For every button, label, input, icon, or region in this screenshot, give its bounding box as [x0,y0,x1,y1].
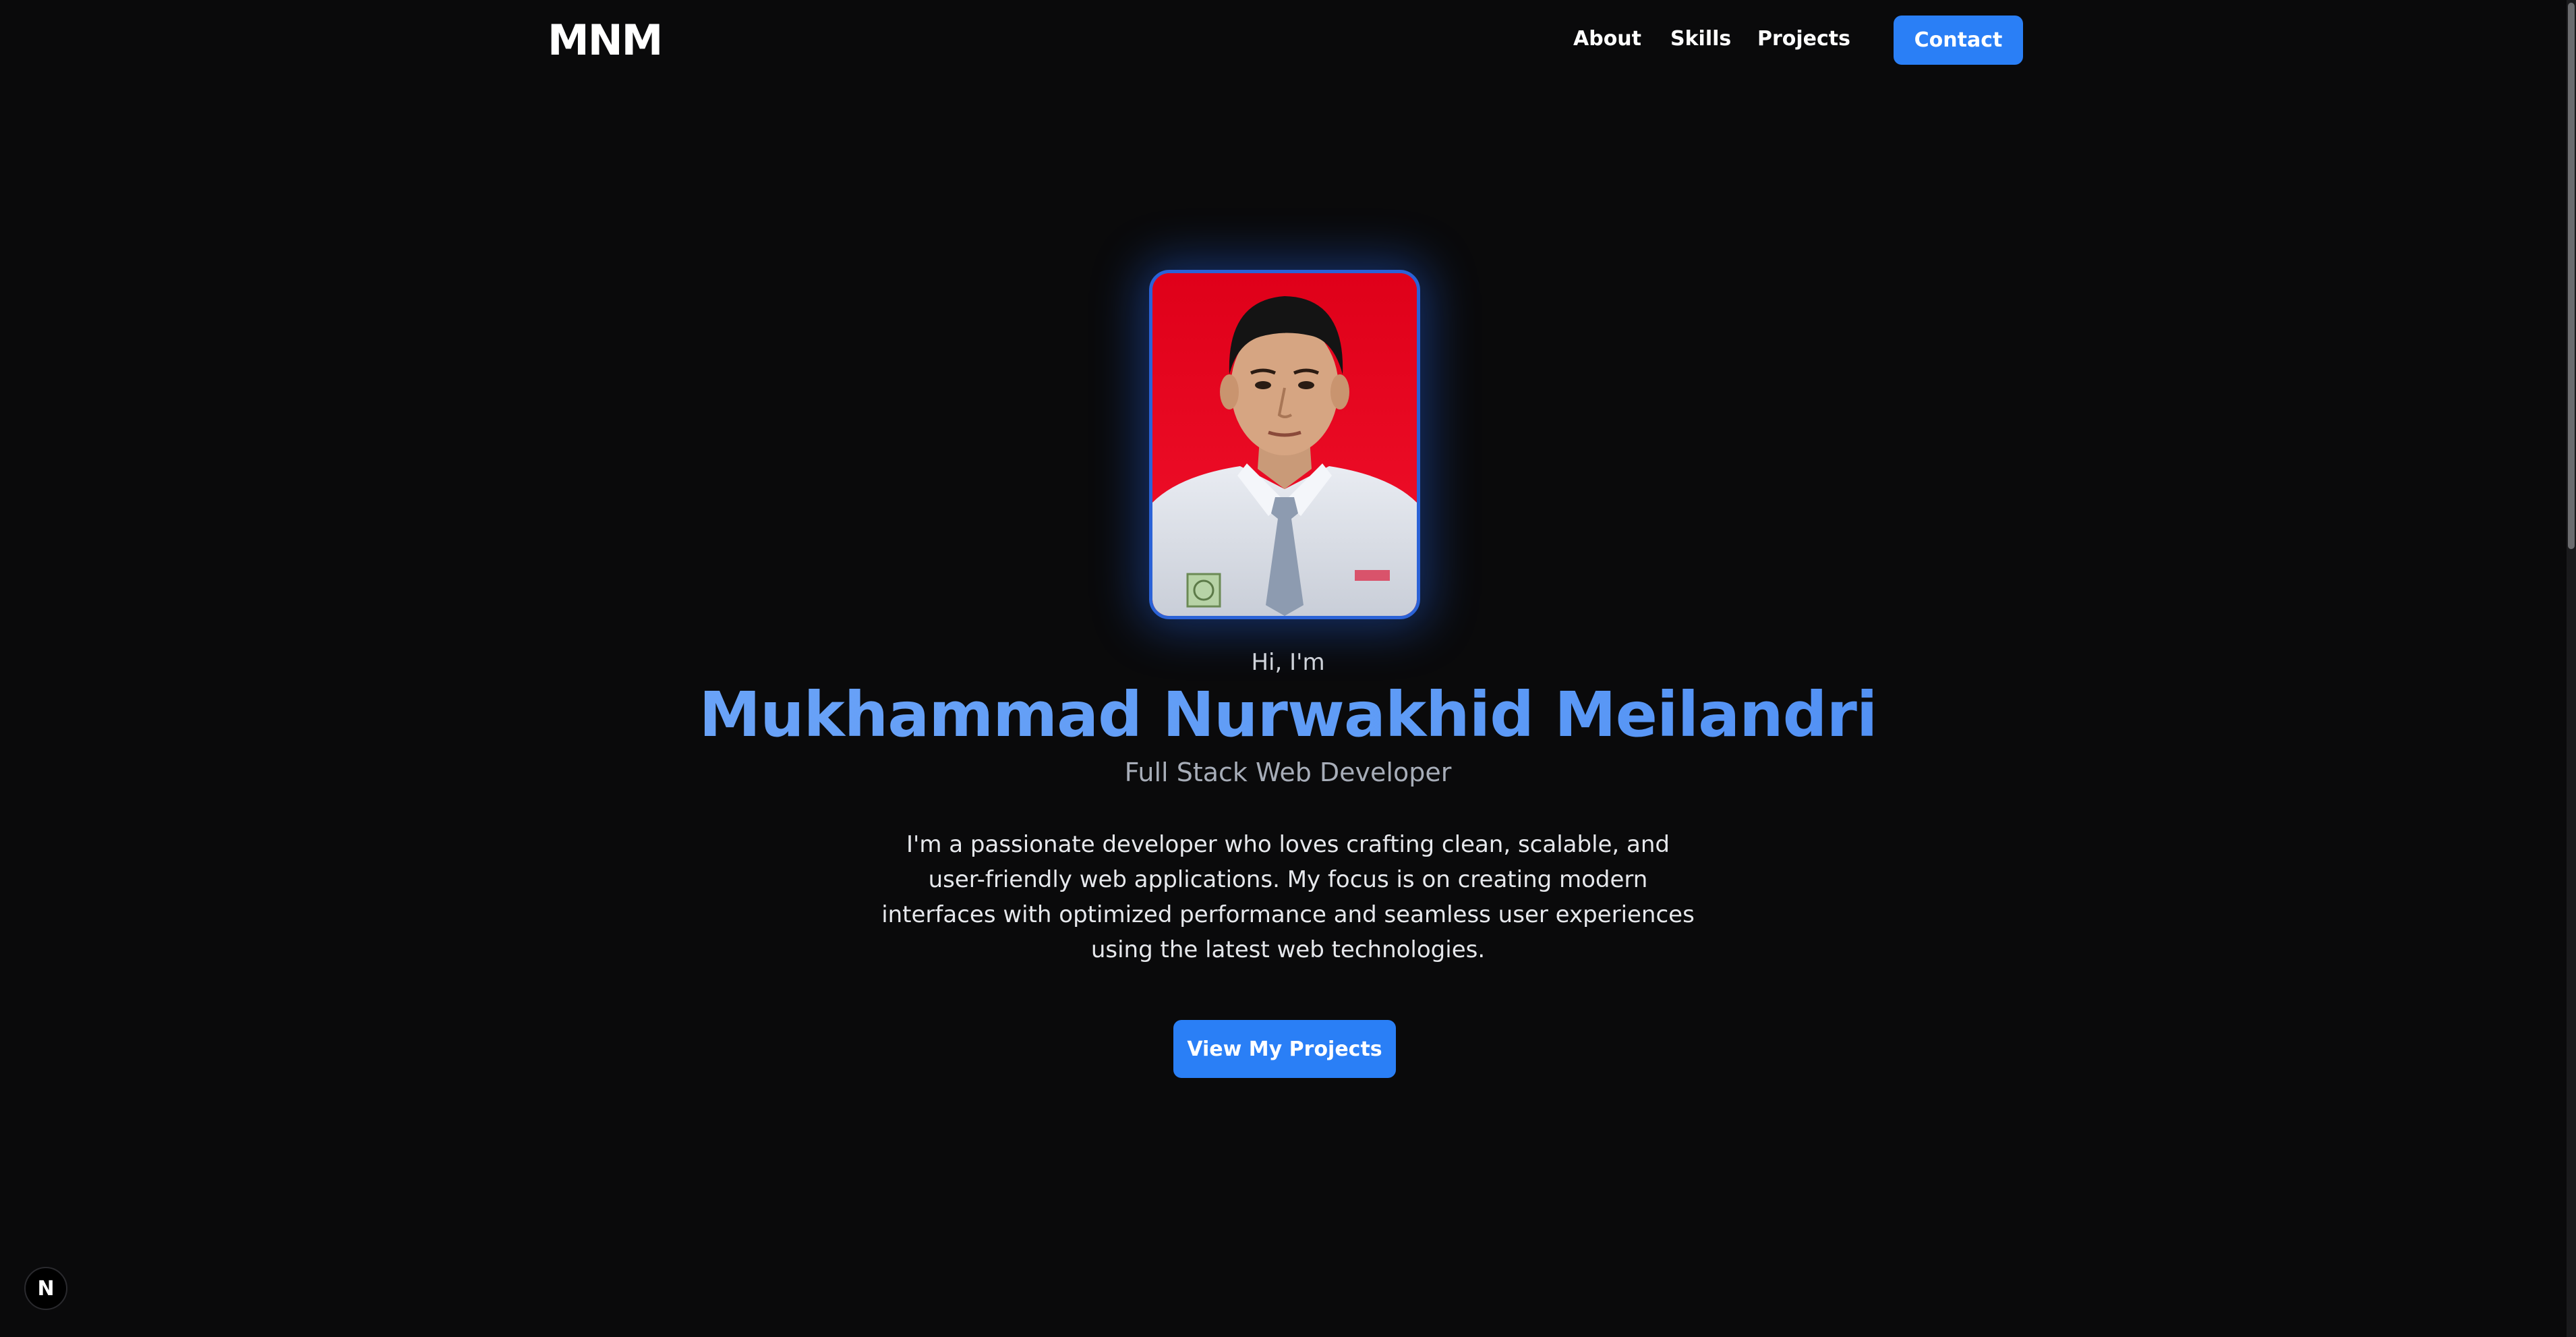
hero-greeting: Hi, I'm [1251,649,1325,676]
nav-link-skills[interactable]: Skills [1670,26,1731,53]
profile-photo-illustration [1152,273,1417,616]
nextjs-n-icon: N [37,1276,55,1301]
hero-name: Mukhammad Nurwakhid Meilandri [0,675,2576,756]
page: MNM About Skills Projects Contact Hi, I'… [0,0,2576,1337]
nav-link-about[interactable]: About [1573,26,1641,53]
contact-button[interactable]: Contact [1894,16,2023,65]
nextjs-dev-badge[interactable]: N [24,1267,67,1310]
view-projects-button[interactable]: View My Projects [1173,1020,1396,1078]
nav-link-projects[interactable]: Projects [1757,26,1850,53]
profile-photo [1149,270,1420,619]
navbar: MNM About Skills Projects Contact [0,0,2576,81]
hero-role: Full Stack Web Developer [1124,758,1452,787]
scrollbar-thumb[interactable] [2568,3,2575,549]
hero-bio: I'm a passionate developer who loves cra… [881,831,1695,963]
brand-logo[interactable]: MNM [548,15,663,66]
